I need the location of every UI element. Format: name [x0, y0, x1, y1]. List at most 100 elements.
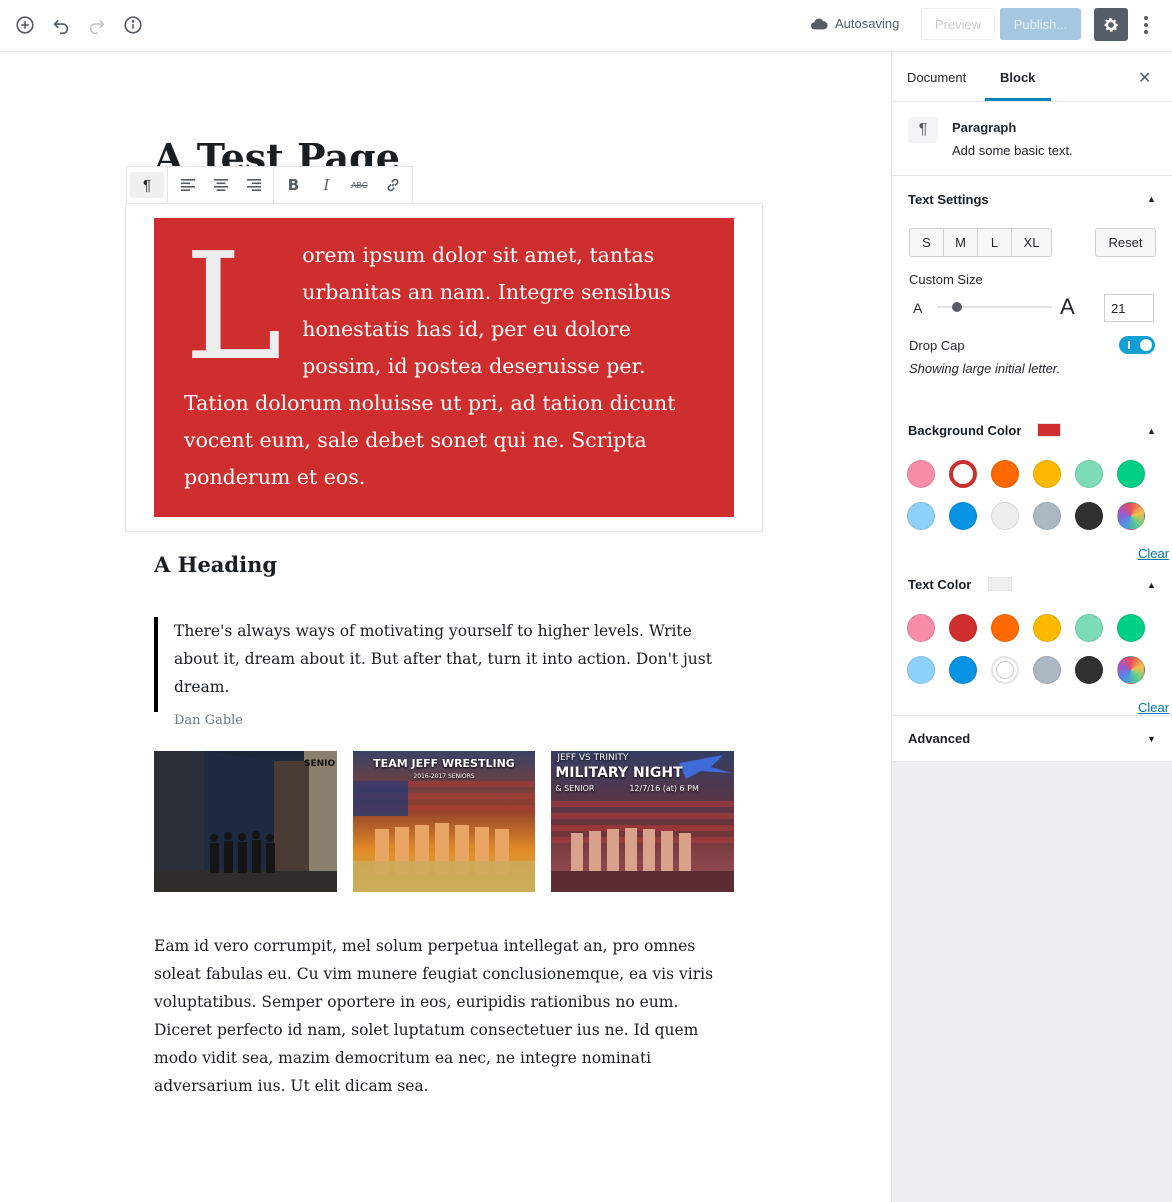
block-title: Paragraph [952, 120, 1017, 135]
bold-icon[interactable]: B [277, 167, 310, 203]
color-swatch[interactable] [1033, 614, 1061, 642]
quote-citation: Dan Gable [174, 713, 243, 728]
autosave-label: Autosaving [835, 16, 900, 31]
undo-icon[interactable] [46, 10, 76, 40]
color-swatch[interactable] [991, 502, 1019, 530]
heading-block[interactable]: A Heading [154, 552, 277, 577]
background-color-indicator [1037, 423, 1061, 437]
color-swatch[interactable] [1075, 656, 1103, 684]
gallery-image[interactable]: SENIO [154, 751, 337, 892]
custom-color-swatch[interactable] [1117, 502, 1145, 530]
ellipsis-vertical-icon [1144, 16, 1148, 34]
color-swatch[interactable] [949, 656, 977, 684]
reset-button[interactable]: Reset [1095, 228, 1156, 257]
color-swatch[interactable] [991, 614, 1019, 642]
preview-button[interactable]: Preview [921, 8, 995, 40]
gallery-title: MILITARY NIGHT [555, 765, 683, 781]
gallery-image[interactable]: JEFF VS TRINITY MILITARY NIGHT & SENIOR … [551, 751, 735, 892]
font-size-picker: S M L XL [909, 228, 1052, 257]
text-settings-title[interactable]: Text Settings [908, 192, 989, 207]
color-swatch[interactable] [1117, 460, 1145, 488]
color-swatch[interactable] [1075, 502, 1103, 530]
size-m-button[interactable]: M [944, 229, 978, 256]
quote-block[interactable]: There's always ways of motivating yourse… [154, 617, 734, 728]
add-block-icon[interactable] [10, 10, 40, 40]
background-color-title[interactable]: Background Color [908, 423, 1021, 438]
expand-arrow-icon[interactable]: ▼ [1147, 734, 1156, 744]
redo-icon[interactable] [82, 10, 112, 40]
text-swatch-row [907, 614, 1145, 642]
custom-size-label: Custom Size [909, 272, 983, 287]
active-tab-indicator [985, 98, 1051, 101]
block-toolbar: ¶ B I ABC [126, 166, 413, 204]
bg-swatch-row [907, 460, 1145, 488]
color-swatch[interactable] [949, 614, 977, 642]
block-card: ¶ Paragraph Add some basic text. [892, 102, 1172, 176]
clear-background-link[interactable]: Clear [1138, 546, 1169, 561]
editor-header: Autosaving Preview Publish... [0, 0, 1172, 52]
settings-button[interactable] [1094, 8, 1128, 41]
custom-color-swatch[interactable] [1117, 656, 1145, 684]
cloud-icon [810, 18, 828, 29]
collapse-arrow-icon[interactable]: ▲ [1147, 426, 1156, 436]
strikethrough-icon[interactable]: ABC [343, 167, 376, 203]
size-xl-button[interactable]: XL [1012, 229, 1051, 256]
gear-icon [1104, 17, 1119, 32]
clear-text-color-link[interactable]: Clear [1138, 700, 1169, 715]
publish-button[interactable]: Publish... [1000, 8, 1081, 40]
gallery-caption: SENIO [304, 759, 336, 769]
link-icon[interactable] [376, 167, 409, 203]
color-swatch[interactable] [991, 460, 1019, 488]
text-color-title[interactable]: Text Color [908, 577, 971, 592]
gallery-date: 12/7/16 (at) 6 PM [629, 784, 699, 793]
color-swatch[interactable] [907, 502, 935, 530]
color-swatch[interactable] [907, 656, 935, 684]
gallery-image[interactable]: TEAM JEFF WRESTLING 2016-2017 SENIORS [352, 751, 536, 892]
settings-sidebar: Document Block ✕ ¶ Paragraph Add some ba… [891, 52, 1172, 1202]
align-right-icon[interactable] [237, 167, 270, 203]
text-color-indicator [988, 577, 1012, 591]
color-swatch[interactable] [1117, 614, 1145, 642]
tab-block[interactable]: Block [1000, 70, 1035, 85]
size-s-button[interactable]: S [910, 229, 944, 256]
color-swatch[interactable] [907, 460, 935, 488]
align-center-icon[interactable] [204, 167, 237, 203]
paragraph-block[interactable]: Lorem ipsum dolor sit amet, tantas urban… [125, 203, 763, 532]
collapse-arrow-icon[interactable]: ▲ [1147, 194, 1156, 204]
dropcap-letter: L [184, 221, 283, 393]
drop-cap-label: Drop Cap [909, 338, 965, 353]
paragraph-icon: ¶ [908, 117, 938, 143]
close-icon[interactable]: ✕ [1138, 68, 1151, 88]
color-swatch[interactable] [1075, 460, 1103, 488]
dropcap-paragraph[interactable]: Lorem ipsum dolor sit amet, tantas urban… [154, 218, 734, 517]
size-l-button[interactable]: L [978, 229, 1012, 256]
drop-cap-toggle[interactable] [1119, 336, 1155, 354]
editor-canvas: A Test Page Lorem ipsum dolor sit amet, … [0, 52, 891, 1202]
color-swatch[interactable] [907, 614, 935, 642]
color-swatch-selected[interactable] [949, 460, 977, 488]
paragraph-block-2[interactable]: Eam id vero corrumpit, mel solum perpetu… [154, 932, 739, 1100]
color-swatch[interactable] [949, 502, 977, 530]
color-swatch-selected[interactable] [991, 656, 1019, 684]
align-left-icon[interactable] [171, 167, 204, 203]
gallery-block[interactable]: SENIO TEAM JEFF WRESTLING 2016-2017 SENI… [154, 751, 735, 892]
gallery-photo-alley [154, 751, 337, 892]
post-title[interactable]: A Test Page [154, 134, 400, 170]
small-a-icon: A [913, 300, 923, 316]
custom-size-input[interactable]: 21 [1104, 294, 1154, 322]
sidebar-tabs: Document Block ✕ [892, 52, 1172, 102]
color-swatch[interactable] [1033, 502, 1061, 530]
collapse-arrow-icon[interactable]: ▲ [1147, 580, 1156, 590]
text-swatch-row [907, 656, 1145, 684]
color-swatch[interactable] [1033, 656, 1061, 684]
paragraph-icon[interactable]: ¶ [130, 172, 164, 198]
size-range-thumb[interactable] [952, 302, 962, 312]
advanced-title[interactable]: Advanced [908, 731, 970, 746]
italic-icon[interactable]: I [310, 167, 343, 203]
color-swatch[interactable] [1075, 614, 1103, 642]
gallery-caption: JEFF VS TRINITY [557, 753, 629, 763]
color-swatch[interactable] [1033, 460, 1061, 488]
info-icon[interactable] [118, 10, 148, 40]
tab-document[interactable]: Document [907, 70, 966, 85]
more-menu-button[interactable] [1136, 10, 1156, 40]
